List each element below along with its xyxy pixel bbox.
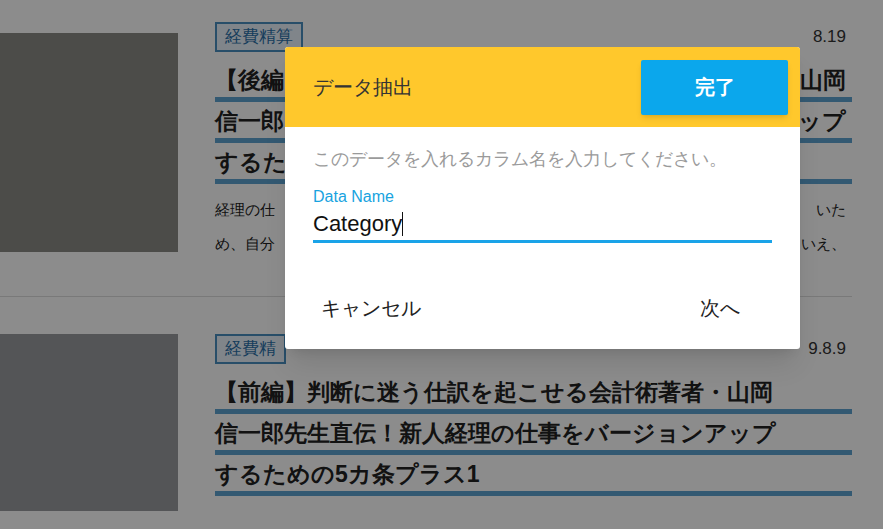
field-label: Data Name: [313, 187, 772, 207]
data-name-input[interactable]: Category: [313, 207, 772, 243]
prompt-text: このデータを入れるカラム名を入力してください。: [313, 143, 772, 175]
dialog-title: データ抽出: [313, 72, 413, 102]
dialog-body: このデータを入れるカラム名を入力してください。 Data NameCategory: [285, 127, 800, 243]
page: 経費精算8.19【後編山岡信一郎ップするた経理の仕いため、自分いえ、経費精9.8…: [0, 0, 883, 529]
data-extract-dialog: データ抽出 完了このデータを入れるカラム名を入力してください。 Data NameC…: [285, 47, 800, 349]
dialog-header: データ抽出 完了: [285, 47, 800, 127]
cancel-button[interactable]: キャンセル: [309, 287, 433, 329]
next-button[interactable]: 次へ: [664, 287, 776, 329]
done-button[interactable]: 完了: [641, 60, 788, 115]
text-caret: [402, 212, 403, 236]
dialog-footer: キャンセル 次へ: [285, 243, 800, 349]
